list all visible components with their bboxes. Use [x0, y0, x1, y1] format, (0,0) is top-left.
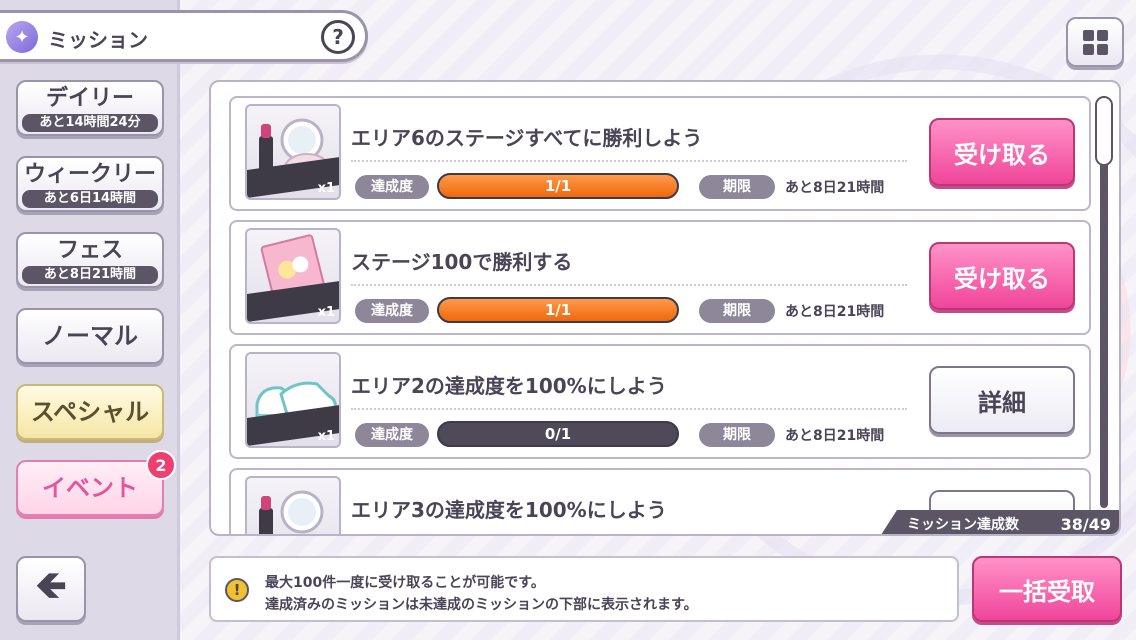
progress-value: 1/1: [544, 177, 572, 195]
divider: [351, 160, 907, 162]
claim-button[interactable]: 受け取る: [929, 118, 1075, 186]
tab-event[interactable]: イベント 2: [16, 450, 176, 516]
compact-mirror-icon: x1: [245, 104, 341, 200]
tab-fes[interactable]: フェス あと8日21時間: [16, 232, 164, 288]
progress-bar: 1/1: [437, 173, 679, 199]
tab-normal-label: ノーマル: [42, 322, 138, 350]
tab-special[interactable]: スペシャル: [16, 384, 164, 440]
bulk-claim-button[interactable]: 一括受取: [972, 556, 1122, 622]
event-count-badge: 2: [146, 450, 176, 480]
mission-item: x1 エリア6のステージすべてに勝利しよう 達成度 1/1 期限 あと8日21時…: [229, 96, 1091, 211]
divider: [351, 284, 907, 286]
progress-value: 0/1: [544, 425, 572, 443]
tab-weekly[interactable]: ウィークリー あと6日14時間: [16, 156, 164, 212]
tab-fes-label: フェス: [56, 238, 123, 263]
reward-quantity: x1: [317, 429, 335, 444]
back-button[interactable]: 🡸: [16, 556, 86, 622]
tab-weekly-time: あと6日14時間: [22, 190, 158, 208]
mission-item: x1 エリア2の達成度を100%にしよう 達成度 0/1 期限 あと8日21時間…: [229, 344, 1091, 459]
divider: [351, 408, 907, 410]
mission-title: エリア6のステージすべてに勝利しよう: [351, 126, 703, 150]
tab-special-label: スペシャル: [30, 398, 150, 426]
fes-ticket-icon: FES x1: [245, 228, 341, 324]
progress-label: 達成度: [355, 299, 429, 323]
reward-quantity: x1: [317, 181, 335, 196]
scrollbar[interactable]: [1095, 96, 1113, 508]
tab-daily[interactable]: デイリー あと14時間24分: [16, 80, 164, 136]
mission-title: エリア2の達成度を100%にしよう: [351, 374, 667, 398]
detail-button[interactable]: 詳細: [929, 366, 1075, 434]
help-button[interactable]: ?: [321, 20, 355, 54]
mission-panel: x1 エリア6のステージすべてに勝利しよう 達成度 1/1 期限 あと8日21時…: [209, 80, 1121, 536]
summary-label: ミッション達成数: [907, 517, 1019, 533]
tab-daily-label: デイリー: [45, 86, 134, 111]
deadline-value: あと8日21時間: [785, 180, 885, 196]
mission-title: エリア3の達成度を100%にしよう: [351, 498, 667, 522]
tab-daily-time: あと14時間24分: [22, 114, 158, 132]
deadline-label: 期限: [699, 299, 775, 323]
reward-quantity: x1: [317, 305, 335, 320]
menu-button[interactable]: [1066, 17, 1124, 67]
mission-title: ステージ100で勝利する: [351, 250, 573, 274]
tab-event-label: イベント: [42, 474, 138, 502]
info-box: ! 最大100件一度に受け取ることが可能です。 達成済みのミッションは未達成のミ…: [209, 556, 959, 622]
mission-list: x1 エリア6のステージすべてに勝利しよう 達成度 1/1 期限 あと8日21時…: [211, 82, 1119, 534]
mission-completion-summary: ミッション達成数 38/49: [879, 510, 1119, 534]
deadline-label: 期限: [699, 423, 775, 447]
grid-menu-icon: [1082, 29, 1108, 55]
title-bar: ✦ ミッション ?: [0, 10, 368, 62]
claim-button[interactable]: 受け取る: [929, 242, 1075, 310]
deadline-value: あと8日21時間: [785, 304, 885, 320]
summary-count: 38/49: [1060, 514, 1111, 534]
scroll-thumb[interactable]: [1095, 96, 1113, 166]
back-arrow-icon: 🡸: [35, 562, 67, 607]
tab-fes-time: あと8日21時間: [22, 266, 158, 284]
info-line-2: 達成済みのミッションは未達成のミッションの下部に表示されます。: [265, 597, 698, 613]
mission-icon: ✦: [6, 21, 38, 53]
tab-normal[interactable]: ノーマル: [16, 308, 164, 364]
progress-label: 達成度: [355, 175, 429, 199]
tab-weekly-label: ウィークリー: [23, 162, 156, 187]
mission-item: FES x1 ステージ100で勝利する 達成度 1/1 期限 あと8日21時間 …: [229, 220, 1091, 335]
deadline-label: 期限: [699, 175, 775, 199]
page-title: ミッション: [48, 28, 148, 52]
compact-mirror-icon: [245, 476, 341, 534]
progress-bar: 0/1: [437, 421, 679, 447]
deadline-value: あと8日21時間: [785, 428, 885, 444]
progress-label: 達成度: [355, 423, 429, 447]
sneakers-icon: x1: [245, 352, 341, 448]
warning-icon: !: [225, 578, 249, 602]
progress-bar: 1/1: [437, 297, 679, 323]
progress-value: 1/1: [544, 301, 572, 319]
info-line-1: 最大100件一度に受け取ることが可能です。: [265, 575, 545, 591]
